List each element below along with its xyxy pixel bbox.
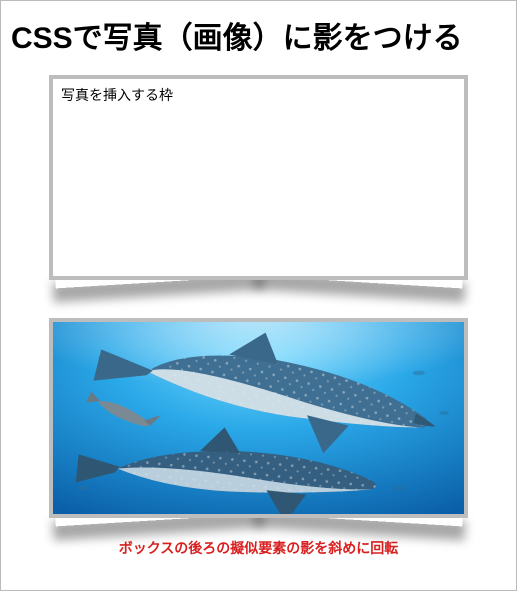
- frame-label: 写真を挿入する枠: [61, 87, 173, 103]
- page-title: CSSで写真（画像）に影をつける: [11, 13, 506, 57]
- photo-frame-wrap: [49, 318, 468, 518]
- whale-shark-image: [53, 322, 464, 514]
- page-container: CSSで写真（画像）に影をつける 写真を挿入する枠: [0, 0, 517, 591]
- photo-frame-placeholder: 写真を挿入する枠: [49, 75, 468, 280]
- photo-frame: [49, 318, 468, 518]
- content-area: 写真を挿入する枠: [1, 75, 516, 558]
- caption-text: ボックスの後ろの擬似要素の影を斜めに回転: [49, 538, 468, 558]
- photo-frame-placeholder-wrap: 写真を挿入する枠: [49, 75, 468, 280]
